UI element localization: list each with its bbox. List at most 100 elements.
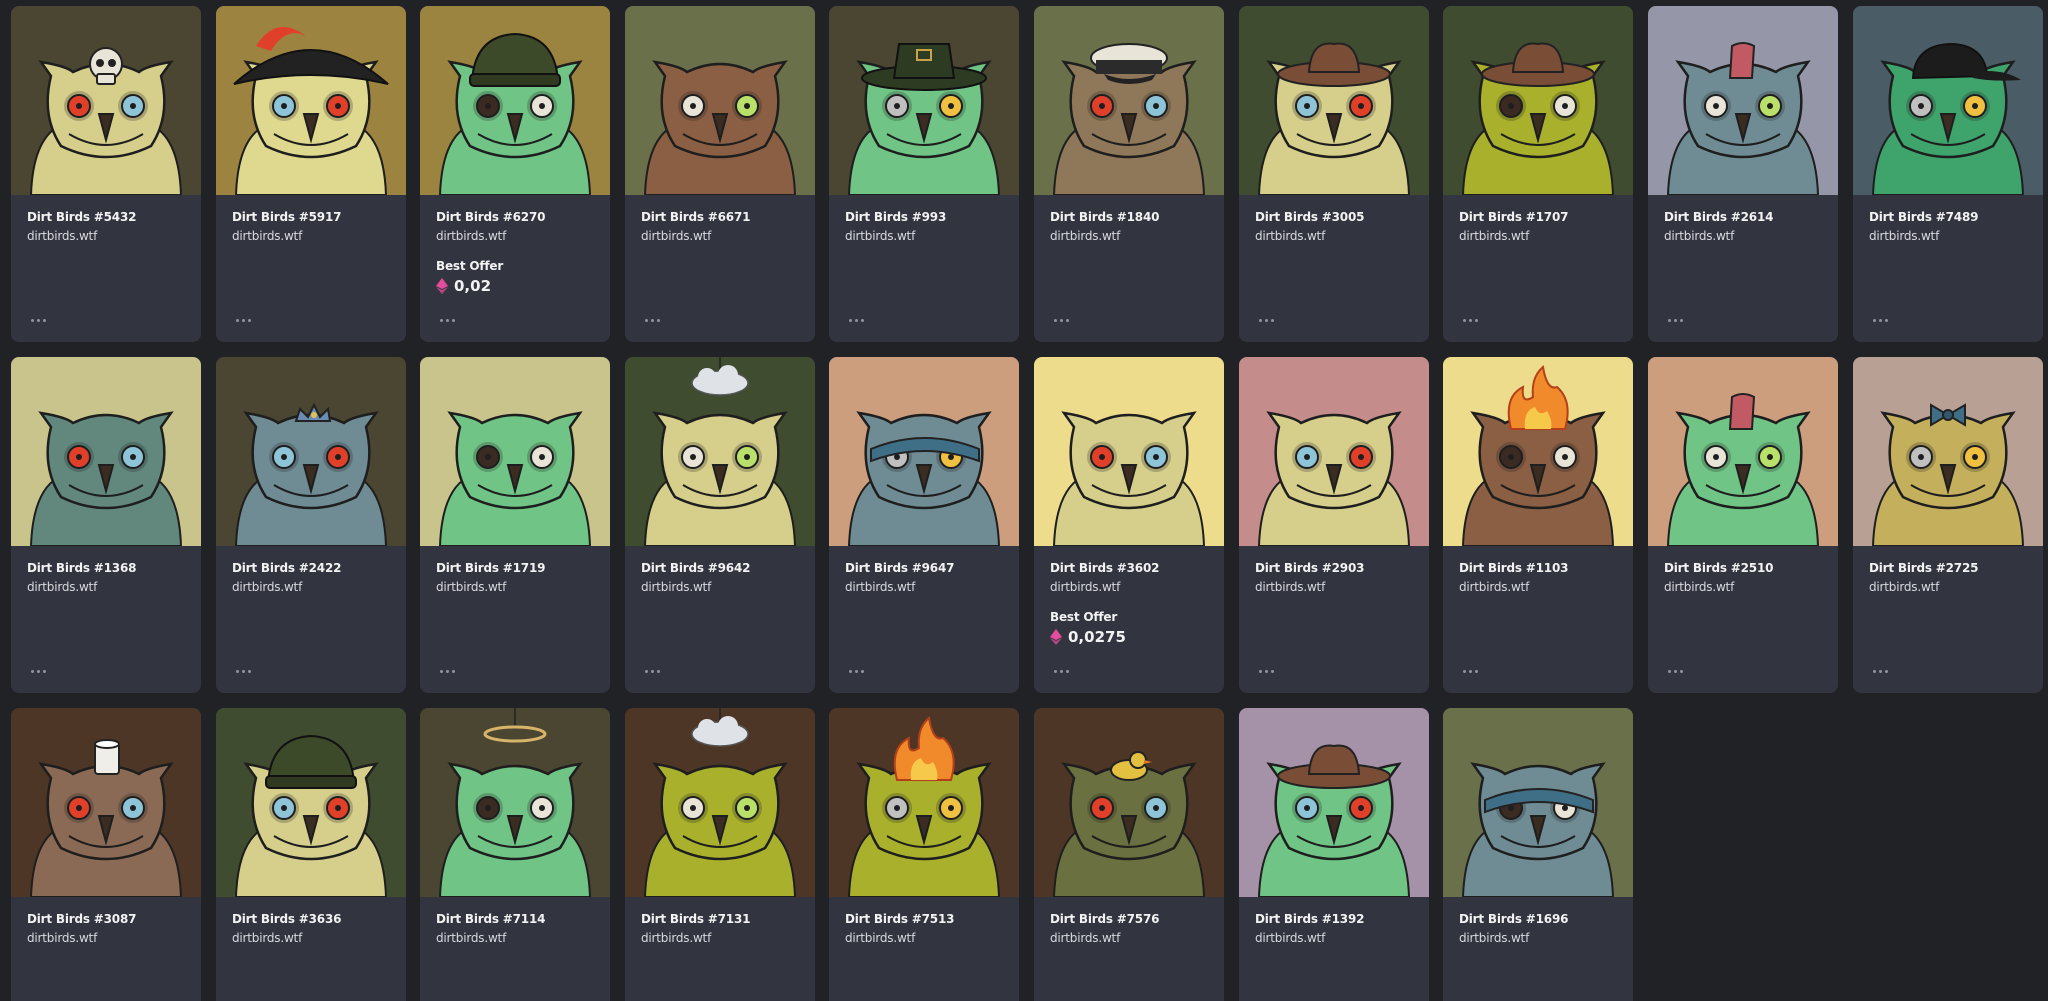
nft-title[interactable]: Dirt Birds #3636 <box>232 911 406 927</box>
collection-name[interactable]: dirtbirds.wtf <box>232 930 406 946</box>
nft-card[interactable]: Dirt Birds #7114 dirtbirds.wtf <box>420 708 610 1001</box>
nft-card[interactable]: Dirt Birds #5917 dirtbirds.wtf <box>216 6 406 342</box>
nft-image[interactable] <box>420 6 610 195</box>
nft-title[interactable]: Dirt Birds #1696 <box>1459 911 1633 927</box>
collection-name[interactable]: dirtbirds.wtf <box>27 579 201 595</box>
nft-card[interactable]: Dirt Birds #3602 dirtbirds.wtf Best Offer 0… <box>1034 357 1224 693</box>
collection-name[interactable]: dirtbirds.wtf <box>641 930 815 946</box>
nft-card[interactable]: Dirt Birds #7513 dirtbirds.wtf <box>829 708 1019 1001</box>
collection-name[interactable]: dirtbirds.wtf <box>1459 228 1633 244</box>
nft-card[interactable]: Dirt Birds #7576 dirtbirds.wtf <box>1034 708 1224 1001</box>
ellipsis-icon[interactable] <box>23 663 53 679</box>
ellipsis-icon[interactable] <box>1046 312 1076 328</box>
nft-card[interactable]: Dirt Birds #3636 dirtbirds.wtf <box>216 708 406 1001</box>
nft-image[interactable] <box>1443 708 1633 897</box>
nft-image[interactable] <box>216 708 406 897</box>
nft-image[interactable] <box>1034 357 1224 546</box>
nft-card[interactable]: Dirt Birds #2725 dirtbirds.wtf <box>1853 357 2043 693</box>
collection-name[interactable]: dirtbirds.wtf <box>845 228 1019 244</box>
nft-image[interactable] <box>829 708 1019 897</box>
nft-card[interactable]: Dirt Birds #5432 dirtbirds.wtf <box>11 6 201 342</box>
ellipsis-icon[interactable] <box>1660 312 1690 328</box>
collection-name[interactable]: dirtbirds.wtf <box>1459 579 1633 595</box>
ellipsis-icon[interactable] <box>228 663 258 679</box>
collection-name[interactable]: dirtbirds.wtf <box>1459 930 1633 946</box>
ellipsis-icon[interactable] <box>637 663 667 679</box>
collection-name[interactable]: dirtbirds.wtf <box>845 930 1019 946</box>
ellipsis-icon[interactable] <box>228 312 258 328</box>
nft-title[interactable]: Dirt Birds #993 <box>845 209 1019 225</box>
collection-name[interactable]: dirtbirds.wtf <box>1255 930 1429 946</box>
nft-image[interactable] <box>11 357 201 546</box>
nft-image[interactable] <box>1443 6 1633 195</box>
nft-title[interactable]: Dirt Birds #5917 <box>232 209 406 225</box>
nft-card[interactable]: Dirt Birds #1840 dirtbirds.wtf <box>1034 6 1224 342</box>
collection-name[interactable]: dirtbirds.wtf <box>1869 228 2043 244</box>
nft-card[interactable]: Dirt Birds #1719 dirtbirds.wtf <box>420 357 610 693</box>
nft-image[interactable] <box>625 6 815 195</box>
collection-name[interactable]: dirtbirds.wtf <box>1664 228 1838 244</box>
nft-title[interactable]: Dirt Birds #7131 <box>641 911 815 927</box>
ellipsis-icon[interactable] <box>1455 312 1485 328</box>
collection-name[interactable]: dirtbirds.wtf <box>436 930 610 946</box>
nft-image[interactable] <box>1239 6 1429 195</box>
nft-image[interactable] <box>420 357 610 546</box>
nft-title[interactable]: Dirt Birds #6671 <box>641 209 815 225</box>
collection-name[interactable]: dirtbirds.wtf <box>845 579 1019 595</box>
nft-image[interactable] <box>11 708 201 897</box>
nft-image[interactable] <box>216 6 406 195</box>
nft-title[interactable]: Dirt Birds #3087 <box>27 911 201 927</box>
nft-title[interactable]: Dirt Birds #2422 <box>232 560 406 576</box>
nft-title[interactable]: Dirt Birds #2510 <box>1664 560 1838 576</box>
nft-title[interactable]: Dirt Birds #7114 <box>436 911 610 927</box>
nft-image[interactable] <box>1853 6 2043 195</box>
ellipsis-icon[interactable] <box>1865 312 1895 328</box>
collection-name[interactable]: dirtbirds.wtf <box>1050 579 1224 595</box>
nft-image[interactable] <box>1239 708 1429 897</box>
nft-title[interactable]: Dirt Birds #7513 <box>845 911 1019 927</box>
collection-name[interactable]: dirtbirds.wtf <box>1869 579 2043 595</box>
nft-title[interactable]: Dirt Birds #1392 <box>1255 911 1429 927</box>
nft-title[interactable]: Dirt Birds #3602 <box>1050 560 1224 576</box>
nft-image[interactable] <box>1034 6 1224 195</box>
nft-card[interactable]: Dirt Birds #1392 dirtbirds.wtf <box>1239 708 1429 1001</box>
ellipsis-icon[interactable] <box>1660 663 1690 679</box>
nft-card[interactable]: Dirt Birds #9642 dirtbirds.wtf <box>625 357 815 693</box>
nft-title[interactable]: Dirt Birds #2725 <box>1869 560 2043 576</box>
collection-name[interactable]: dirtbirds.wtf <box>27 228 201 244</box>
nft-card[interactable]: Dirt Birds #6270 dirtbirds.wtf Best Offer 0… <box>420 6 610 342</box>
nft-title[interactable]: Dirt Birds #5432 <box>27 209 201 225</box>
nft-card[interactable]: Dirt Birds #2903 dirtbirds.wtf <box>1239 357 1429 693</box>
ellipsis-icon[interactable] <box>637 312 667 328</box>
nft-image[interactable] <box>420 708 610 897</box>
nft-card[interactable]: Dirt Birds #2614 dirtbirds.wtf <box>1648 6 1838 342</box>
nft-title[interactable]: Dirt Birds #1103 <box>1459 560 1633 576</box>
nft-title[interactable]: Dirt Birds #1368 <box>27 560 201 576</box>
nft-card[interactable]: Dirt Birds #1103 dirtbirds.wtf <box>1443 357 1633 693</box>
nft-title[interactable]: Dirt Birds #7576 <box>1050 911 1224 927</box>
ellipsis-icon[interactable] <box>1046 663 1076 679</box>
collection-name[interactable]: dirtbirds.wtf <box>436 579 610 595</box>
ellipsis-icon[interactable] <box>432 663 462 679</box>
collection-name[interactable]: dirtbirds.wtf <box>1664 579 1838 595</box>
nft-title[interactable]: Dirt Birds #9647 <box>845 560 1019 576</box>
ellipsis-icon[interactable] <box>432 312 462 328</box>
nft-title[interactable]: Dirt Birds #6270 <box>436 209 610 225</box>
nft-title[interactable]: Dirt Birds #9642 <box>641 560 815 576</box>
nft-card[interactable]: Dirt Birds #1707 dirtbirds.wtf <box>1443 6 1633 342</box>
nft-title[interactable]: Dirt Birds #1840 <box>1050 209 1224 225</box>
nft-card[interactable]: Dirt Birds #7489 dirtbirds.wtf <box>1853 6 2043 342</box>
nft-card[interactable]: Dirt Birds #1696 dirtbirds.wtf <box>1443 708 1633 1001</box>
nft-title[interactable]: Dirt Birds #7489 <box>1869 209 2043 225</box>
collection-name[interactable]: dirtbirds.wtf <box>1255 228 1429 244</box>
nft-image[interactable] <box>829 6 1019 195</box>
ellipsis-icon[interactable] <box>23 312 53 328</box>
ellipsis-icon[interactable] <box>1455 663 1485 679</box>
ellipsis-icon[interactable] <box>841 663 871 679</box>
nft-card[interactable]: Dirt Birds #6671 dirtbirds.wtf <box>625 6 815 342</box>
nft-image[interactable] <box>1443 357 1633 546</box>
nft-card[interactable]: Dirt Birds #7131 dirtbirds.wtf <box>625 708 815 1001</box>
ellipsis-icon[interactable] <box>1251 663 1281 679</box>
nft-image[interactable] <box>216 357 406 546</box>
collection-name[interactable]: dirtbirds.wtf <box>1255 579 1429 595</box>
